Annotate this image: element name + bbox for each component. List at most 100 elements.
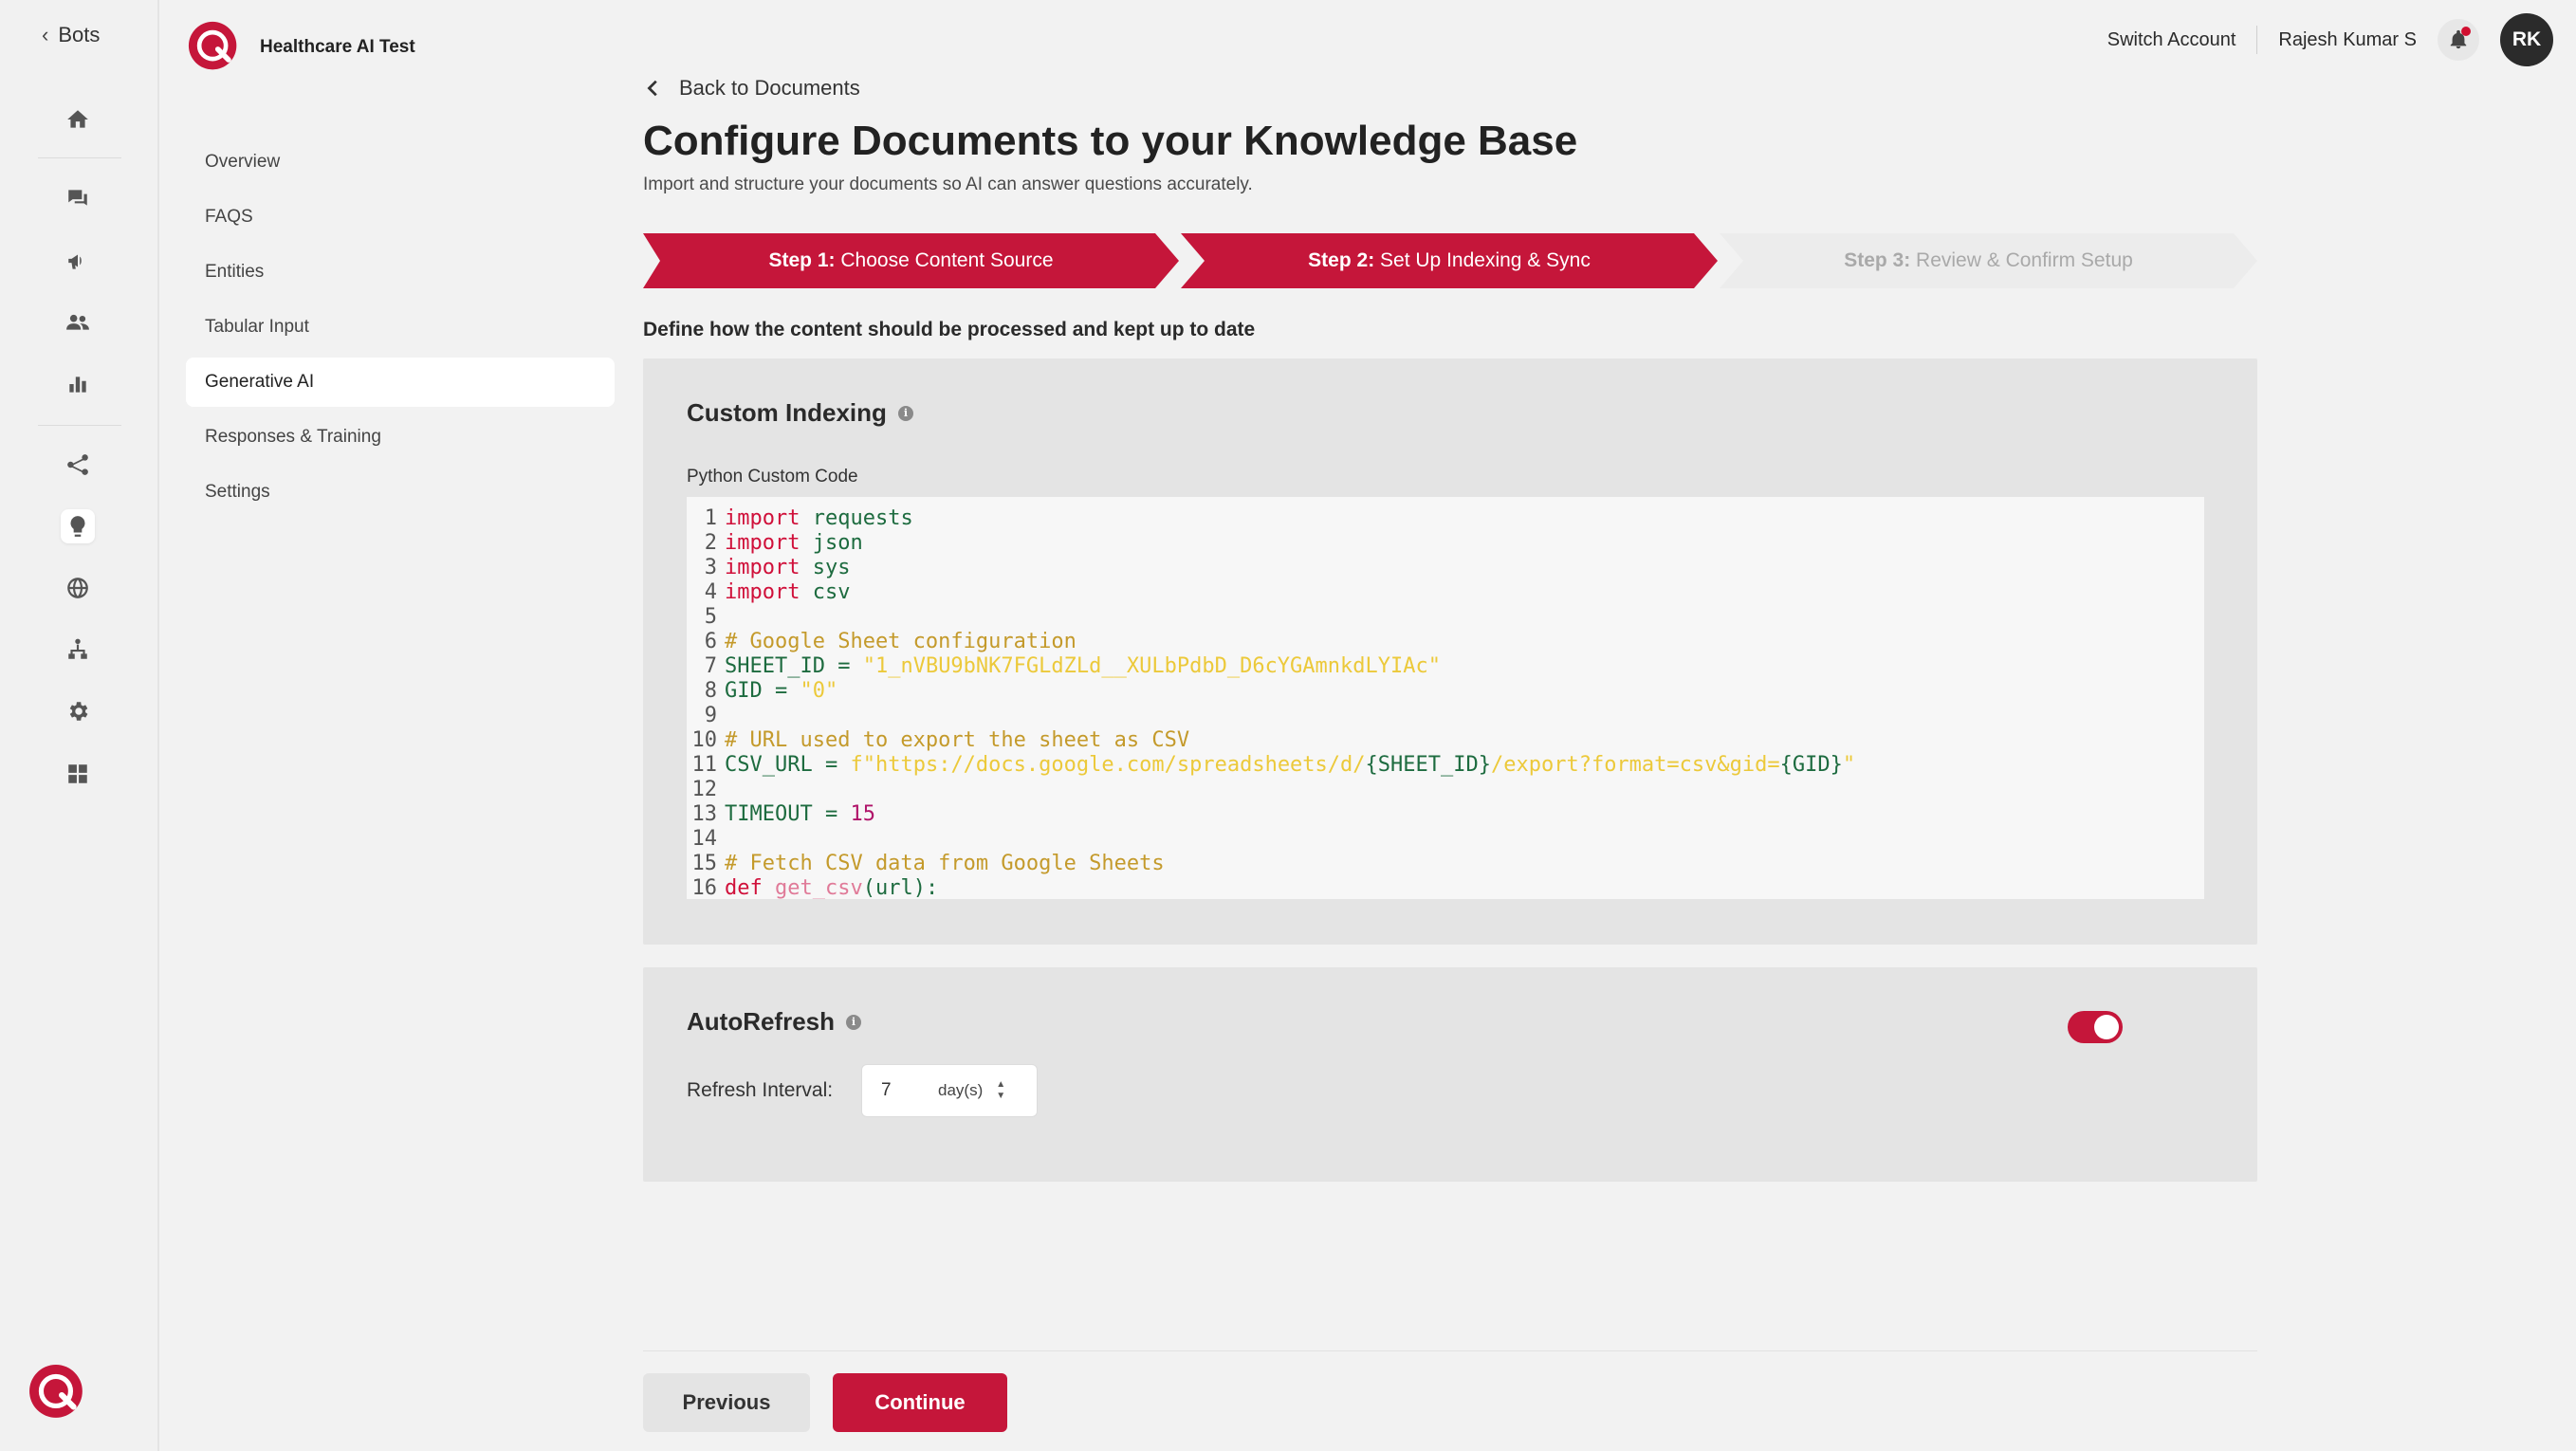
code-text: import json [725, 531, 863, 555]
avatar[interactable]: RK [2500, 13, 2553, 66]
step-3-label: Review & Confirm Setup [1916, 249, 2133, 271]
code-line: 9 [687, 704, 2204, 728]
code-line: 4 import csv [687, 580, 2204, 605]
home-icon[interactable] [61, 102, 95, 137]
code-line: 11 CSV_URL = f"https://docs.google.com/sp… [687, 753, 2204, 778]
grid-icon[interactable] [61, 757, 95, 791]
nav-item-overview[interactable]: Overview [186, 138, 615, 187]
megaphone-icon[interactable] [61, 244, 95, 278]
lightbulb-icon[interactable] [61, 509, 95, 543]
code-text: # Fetch CSV data from Google Sheets [725, 852, 1165, 875]
code-line: 2 import json [687, 531, 2204, 556]
nav-item-responses-training[interactable]: Responses & Training [186, 413, 615, 462]
back-to-documents-link[interactable]: Back to Documents [643, 76, 860, 101]
chat-icon[interactable] [61, 181, 95, 215]
chevron-down-icon[interactable]: ▼ [996, 1092, 1005, 1101]
nav-list: Overview FAQS Entities Tabular Input Gen… [186, 138, 615, 523]
chevron-up-icon[interactable]: ▲ [996, 1080, 1005, 1090]
line-number: 3 [704, 556, 717, 579]
line-number: 11 [691, 753, 718, 777]
autorefresh-toggle[interactable] [2068, 1011, 2123, 1043]
code-line: 15 # Fetch CSV data from Google Sheets [687, 852, 2204, 876]
bar-chart-icon[interactable] [61, 367, 95, 401]
gear-icon[interactable] [61, 694, 95, 728]
footer-divider [643, 1350, 2257, 1351]
flow-icon[interactable] [61, 448, 95, 482]
custom-indexing-panel: Custom Indexing i Python Custom Code 1 im… [643, 358, 2257, 945]
code-text: import requests [725, 506, 913, 530]
code-text: def get_csv(url): [725, 876, 939, 899]
page-subtitle: Import and structure your documents so A… [643, 174, 1253, 194]
nav-item-tabular-input[interactable]: Tabular Input [186, 303, 615, 352]
users-icon[interactable] [61, 305, 95, 340]
step-1-prefix: Step 1: [768, 249, 836, 271]
nav-item-faqs[interactable]: FAQS [186, 193, 615, 242]
line-number: 14 [691, 827, 718, 851]
code-text: # Google Sheet configuration [725, 630, 1076, 653]
notifications-button[interactable] [2438, 19, 2479, 61]
previous-button[interactable]: Previous [643, 1373, 810, 1432]
person-tree-icon[interactable] [61, 633, 95, 667]
refresh-interval-stepper[interactable]: day(s) ▲ ▼ [861, 1064, 1038, 1117]
rail-divider [38, 157, 121, 158]
code-text: TIMEOUT = 15 [725, 802, 875, 826]
line-number: 15 [691, 852, 718, 875]
back-to-bots-link[interactable]: ‹ Bots [42, 23, 100, 47]
back-to-bots-label: Bots [58, 23, 101, 46]
back-to-documents-label: Back to Documents [679, 76, 860, 100]
autorefresh-panel: AutoRefresh i Refresh Interval: day(s) ▲… [643, 967, 2257, 1182]
line-number: 6 [704, 630, 717, 653]
brand-logo-icon [29, 1365, 83, 1418]
line-number: 16 [691, 876, 718, 899]
stepper: Step 1: Choose Content Source Step 2: Se… [643, 233, 2257, 288]
code-line: 3 import sys [687, 556, 2204, 580]
code-text: SHEET_ID = "1_nVBU9bNK7FGLdZLd__XULbPdbD… [725, 654, 1441, 678]
nav-item-settings[interactable]: Settings [186, 468, 615, 517]
code-line: 5 [687, 605, 2204, 630]
step-3-prefix: Step 3: [1844, 249, 1911, 271]
code-editor[interactable]: 1 import requests 2 import json 3 import sys 4… [687, 497, 2204, 899]
line-number: 4 [704, 580, 717, 604]
refresh-interval-unit: day(s) [938, 1081, 984, 1099]
bot-name: Healthcare AI Test [260, 37, 415, 57]
code-line: 6 # Google Sheet configuration [687, 630, 2204, 654]
line-number: 12 [691, 778, 718, 801]
info-icon[interactable]: i [846, 1014, 862, 1030]
line-number: 7 [704, 654, 717, 678]
switch-account-link[interactable]: Switch Account [2107, 29, 2236, 51]
step-3[interactable]: Step 3: Review & Confirm Setup [1720, 233, 2257, 288]
line-number: 8 [704, 679, 717, 703]
code-line: 14 [687, 827, 2204, 852]
nav-item-generative-ai[interactable]: Generative AI [186, 358, 615, 407]
step-2[interactable]: Step 2: Set Up Indexing & Sync [1181, 233, 1718, 288]
globe-icon[interactable] [61, 571, 95, 605]
continue-button[interactable]: Continue [833, 1373, 1007, 1432]
page-title: Configure Documents to your Knowledge Ba… [643, 118, 1578, 164]
nav-item-entities[interactable]: Entities [186, 248, 615, 297]
code-line: 7 SHEET_ID = "1_nVBU9bNK7FGLdZLd__XULbPdb… [687, 654, 2204, 679]
code-line: 8 GID = "0" [687, 679, 2204, 704]
refresh-interval-label: Refresh Interval: [687, 1079, 834, 1101]
code-line: 16 def get_csv(url): [687, 876, 2204, 899]
code-text: import csv [725, 580, 851, 604]
brand-logo-icon [188, 21, 237, 70]
user-name[interactable]: Rajesh Kumar S [2278, 29, 2417, 51]
step-1[interactable]: Step 1: Choose Content Source [643, 233, 1179, 288]
line-number: 13 [691, 802, 718, 826]
custom-indexing-title: Custom Indexing [687, 398, 887, 427]
code-text: import sys [725, 556, 851, 579]
bot-brand: Healthcare AI Test [188, 21, 415, 74]
topbar-divider [2256, 26, 2258, 54]
chevron-left-icon: ‹ [42, 23, 49, 46]
stepper-arrows[interactable]: ▲ ▼ [996, 1080, 1005, 1101]
top-bar: Switch Account Rajesh Kumar S RK [2107, 13, 2553, 66]
refresh-interval-input[interactable] [862, 1080, 929, 1101]
chevron-left-icon [647, 80, 657, 97]
line-number: 9 [704, 704, 717, 727]
line-number: 5 [704, 605, 717, 629]
info-icon[interactable]: i [897, 405, 913, 421]
autorefresh-title: AutoRefresh [687, 1007, 836, 1036]
code-line: 10 # URL used to export the sheet as CSV [687, 728, 2204, 753]
autorefresh-header: AutoRefresh i [687, 1007, 862, 1037]
notification-dot [2461, 27, 2471, 36]
